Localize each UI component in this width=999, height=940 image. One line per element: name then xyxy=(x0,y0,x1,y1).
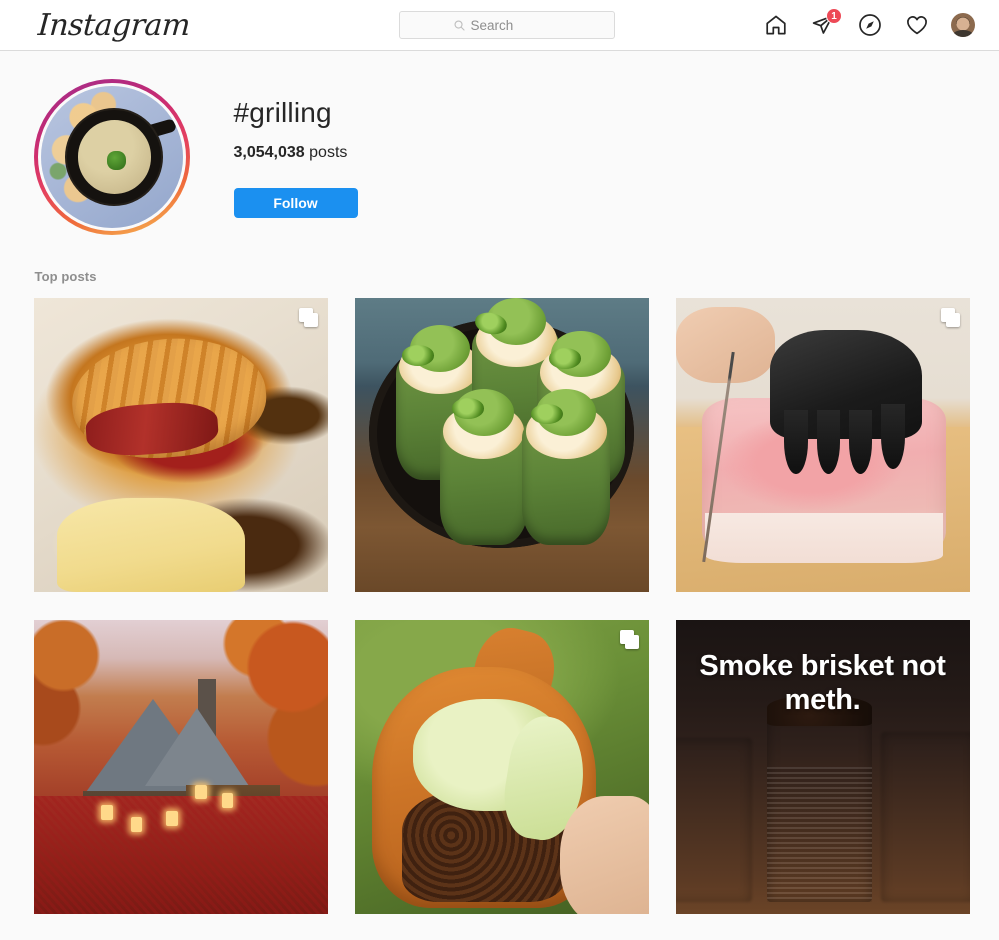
post-thumbnail[interactable] xyxy=(354,298,649,592)
post-image-cheese-shell-taco xyxy=(354,620,649,914)
post-count: 3,054,038 posts xyxy=(234,143,358,163)
post-image-stuffed-peppers xyxy=(354,298,649,592)
post-thumbnail[interactable]: Smoke brisket not meth. xyxy=(675,620,970,914)
window-light xyxy=(195,784,207,800)
page-body: #grilling 3,054,038 posts Follow Top pos… xyxy=(0,51,999,914)
fat-cap xyxy=(704,512,944,563)
brisket-grain xyxy=(766,767,873,903)
jalapeno-slice xyxy=(451,397,484,419)
avatar-body xyxy=(952,30,974,37)
direct-messages-icon[interactable]: 1 xyxy=(810,8,842,38)
carousel-front-square xyxy=(298,308,313,322)
brisket-slice xyxy=(676,738,752,903)
croissant-cheese xyxy=(57,497,246,592)
post-thumbnail[interactable] xyxy=(33,298,328,592)
brisket-slice xyxy=(881,732,969,903)
forearm xyxy=(675,306,776,384)
jalapeno-slice xyxy=(401,345,434,366)
glove-finger xyxy=(881,403,905,469)
jalapeno-slice xyxy=(548,347,581,369)
home-icon[interactable] xyxy=(763,12,789,38)
window-light xyxy=(101,805,113,820)
carousel-icon xyxy=(619,630,639,649)
hashtag-header: #grilling 3,054,038 posts Follow xyxy=(33,51,968,247)
nav-icon-group: 1 xyxy=(763,8,975,41)
profile-avatar[interactable] xyxy=(951,13,975,37)
messages-badge: 1 xyxy=(826,8,842,24)
search-icon xyxy=(453,19,465,31)
hand xyxy=(560,796,649,914)
post-overlay-text: Smoke brisket not meth. xyxy=(699,650,946,717)
post-count-unit: posts xyxy=(309,144,348,161)
carousel-icon xyxy=(940,308,960,327)
hashtag-meta: #grilling 3,054,038 posts Follow xyxy=(233,79,358,218)
window-light xyxy=(221,793,234,809)
posts-grid: Smoke brisket not meth. xyxy=(33,298,970,914)
carousel-front-square xyxy=(619,630,634,644)
hashtag-avatar-ring[interactable] xyxy=(33,79,190,235)
fallen-leaves xyxy=(33,796,328,914)
stuffed-pepper xyxy=(522,389,611,545)
post-image-brisket: Smoke brisket not meth. xyxy=(675,620,970,914)
hashtag-avatar xyxy=(37,83,186,231)
carousel-icon xyxy=(298,308,318,327)
window-light xyxy=(165,811,178,826)
activity-heart-icon[interactable] xyxy=(904,12,930,38)
search-input[interactable] xyxy=(470,17,561,33)
garnish xyxy=(107,151,126,170)
search-inner xyxy=(453,17,561,33)
page-title: #grilling xyxy=(233,97,332,128)
avatar-face xyxy=(956,17,970,31)
carousel-front-square xyxy=(940,308,955,322)
post-thumbnail[interactable] xyxy=(354,620,649,914)
post-image-wagyu-steak xyxy=(675,298,970,592)
stuffed-pepper xyxy=(439,389,528,545)
post-image-autumn-cabin xyxy=(33,620,328,914)
cabin-roof-secondary xyxy=(145,708,250,787)
glove-finger xyxy=(816,409,841,475)
top-posts-label: Top posts xyxy=(34,269,97,284)
content-container: #grilling 3,054,038 posts Follow Top pos… xyxy=(32,51,970,914)
window-light xyxy=(130,816,143,832)
post-thumbnail[interactable] xyxy=(675,298,970,592)
post-thumbnail[interactable] xyxy=(33,620,328,914)
post-count-number: 3,054,038 xyxy=(233,144,305,161)
follow-button[interactable]: Follow xyxy=(233,188,358,218)
explore-compass-icon[interactable] xyxy=(857,12,883,38)
hashtag-avatar-image xyxy=(40,86,183,228)
post-image-croissant xyxy=(33,298,328,592)
search-box[interactable] xyxy=(399,11,615,39)
glove-finger xyxy=(784,409,808,475)
instagram-logo[interactable]: Instagram xyxy=(37,8,191,44)
top-navigation-bar: Instagram 1 xyxy=(0,0,999,51)
